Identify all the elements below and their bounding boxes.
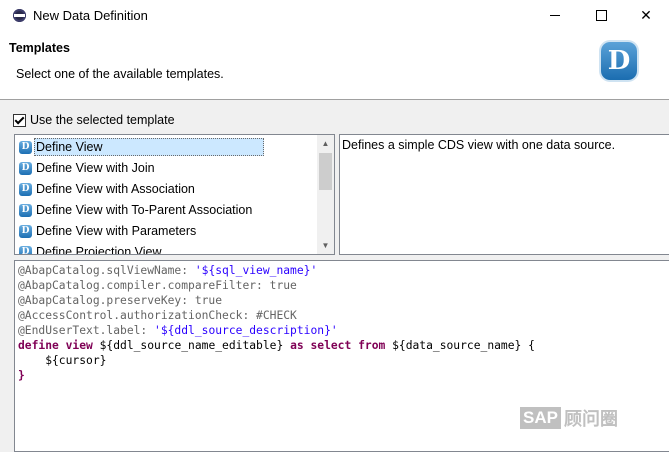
template-icon: D	[19, 140, 32, 154]
template-icon: D	[19, 161, 32, 175]
annotation-text: @EndUserText.label:	[18, 324, 155, 337]
eclipse-icon	[13, 9, 26, 22]
maximize-button[interactable]	[578, 0, 624, 31]
cursor-placeholder: ${cursor}	[18, 354, 107, 367]
template-label[interactable]: Define View with To-Parent Association	[34, 201, 264, 219]
annotation-text: @AbapCatalog.sqlViewName:	[18, 264, 195, 277]
use-template-label[interactable]: Use the selected template	[30, 113, 175, 127]
string-literal: '${sql_view_name}'	[194, 264, 318, 277]
template-label[interactable]: Define Projection View	[34, 243, 264, 254]
data-source-name: ${data_source_name} {	[385, 339, 535, 352]
title-bar: New Data Definition ✕	[0, 0, 669, 31]
watermark-text: 顾问圈	[563, 409, 618, 430]
maximize-icon	[595, 10, 607, 21]
list-item[interactable]: D Define View	[19, 137, 264, 157]
code-line: @EndUserText.label: '${ddl_source_descri…	[18, 323, 338, 338]
code-line: @AbapCatalog.preserveKey: true	[18, 293, 222, 308]
page-title: Templates	[9, 41, 70, 55]
close-button[interactable]: ✕	[623, 0, 669, 31]
minimize-button[interactable]	[532, 0, 578, 31]
minimize-icon	[550, 15, 560, 16]
template-icon: D	[19, 245, 32, 254]
template-description-panel: Defines a simple CDS view with one data …	[339, 134, 669, 255]
template-icon: D	[19, 182, 32, 196]
list-item[interactable]: D Define Projection View	[19, 242, 264, 254]
template-label[interactable]: Define View	[34, 138, 264, 156]
template-label[interactable]: Define View with Join	[34, 159, 264, 177]
code-line: }	[18, 368, 25, 383]
code-line: ${cursor}	[18, 353, 106, 368]
template-label[interactable]: Define View with Parameters	[34, 222, 264, 240]
annotation-text: @AccessControl.authorizationCheck: #CHEC…	[18, 309, 297, 322]
scrollbar-thumb[interactable]	[319, 153, 332, 190]
wizard-banner: Templates Select one of the available te…	[0, 31, 669, 100]
keyword-define-view: define view	[18, 339, 93, 352]
annotation-text: @AbapCatalog.compiler.compareFilter: tru…	[18, 279, 297, 292]
code-line: define view ${ddl_source_name_editable} …	[18, 338, 535, 353]
use-template-checkbox[interactable]	[13, 113, 26, 127]
string-literal: '${ddl_source_description}'	[154, 324, 338, 337]
watermark-sap: SAP	[520, 407, 561, 429]
annotation-text: @AbapCatalog.preserveKey: true	[18, 294, 223, 307]
watermark: SAP 顾问圈	[520, 405, 618, 431]
template-list-scrollbar[interactable]: ▲ ▼	[317, 135, 334, 254]
template-icon: D	[19, 224, 32, 238]
template-label[interactable]: Define View with Association	[34, 180, 264, 198]
ddl-source-name: ${ddl_source_name_editable}	[92, 339, 291, 352]
code-line: @AccessControl.authorizationCheck: #CHEC…	[18, 308, 297, 323]
list-item[interactable]: D Define View with Association	[19, 179, 264, 199]
closing-brace: }	[18, 369, 25, 382]
data-definition-logo-icon: D	[601, 42, 637, 80]
scroll-up-arrow-icon[interactable]: ▲	[317, 135, 334, 152]
scroll-down-arrow-icon[interactable]: ▼	[317, 237, 334, 254]
page-description: Select one of the available templates.	[16, 67, 224, 81]
template-icon: D	[19, 203, 32, 217]
list-item[interactable]: D Define View with To-Parent Association	[19, 200, 264, 220]
list-item[interactable]: D Define View with Parameters	[19, 221, 264, 241]
use-template-checkbox-row[interactable]: Use the selected template	[13, 113, 175, 127]
window-title: New Data Definition	[33, 8, 148, 23]
list-item[interactable]: D Define View with Join	[19, 158, 264, 178]
code-line: @AbapCatalog.sqlViewName: '${sql_view_na…	[18, 263, 317, 278]
template-description-text: Defines a simple CDS view with one data …	[342, 138, 616, 152]
template-list[interactable]: D Define View D Define View with Join D …	[14, 134, 335, 255]
close-icon: ✕	[640, 7, 652, 23]
code-line: @AbapCatalog.compiler.compareFilter: tru…	[18, 278, 297, 293]
keyword-as-select-from: as select from	[290, 339, 386, 352]
